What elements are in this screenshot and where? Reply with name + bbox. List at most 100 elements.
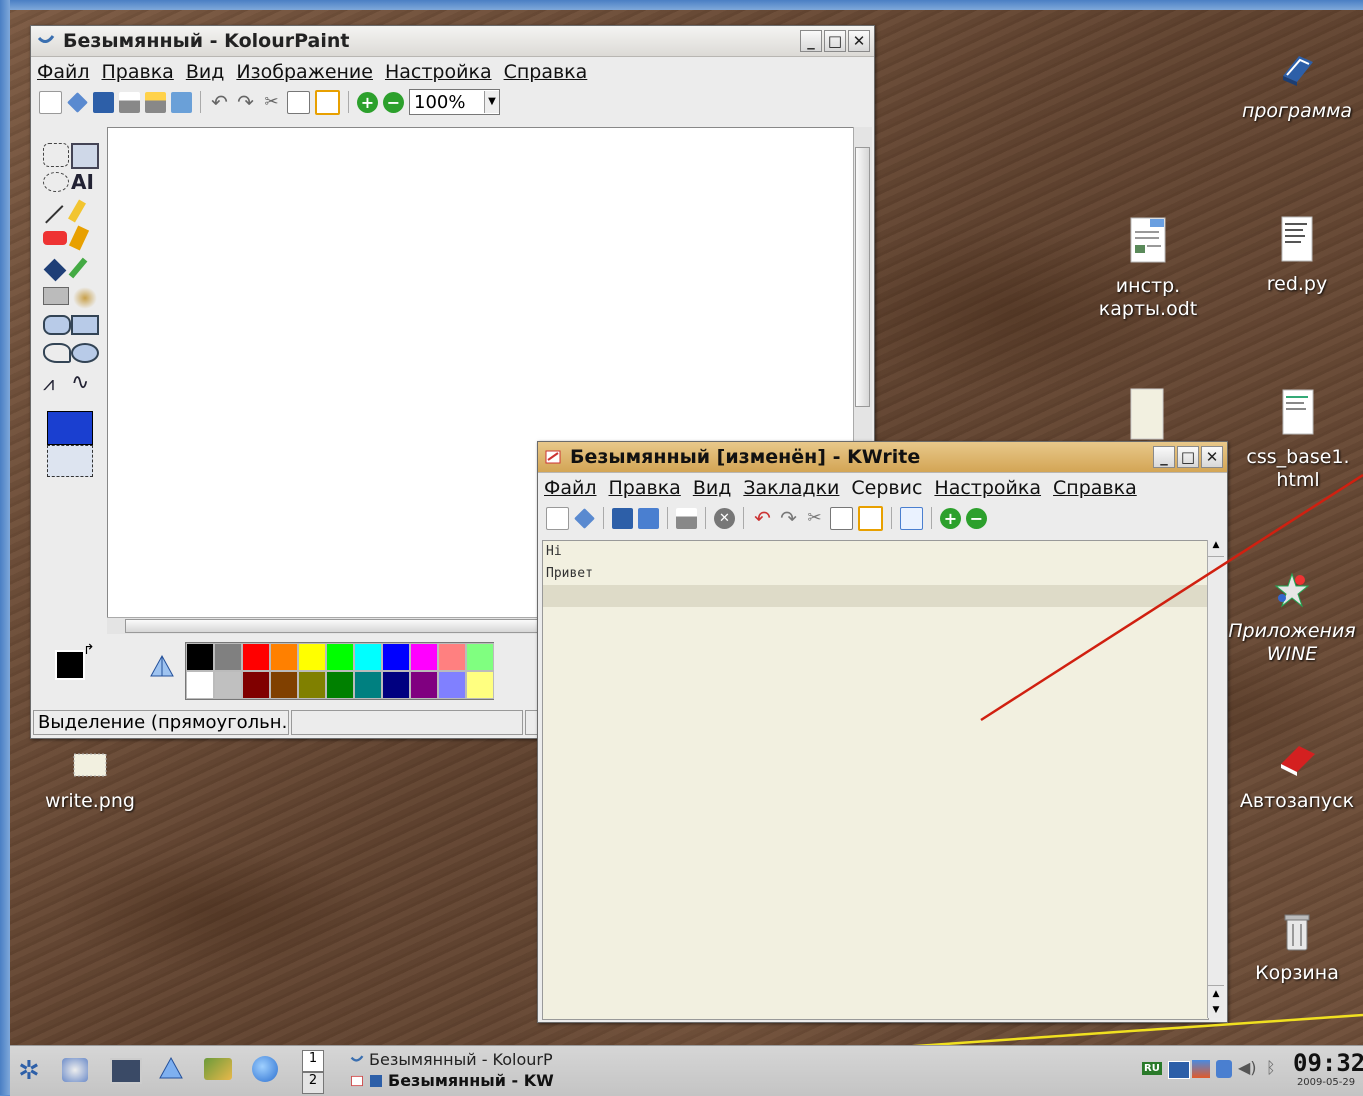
rounded-rect-icon[interactable] [43, 315, 71, 335]
menu-file[interactable]: Файл [37, 61, 90, 83]
palette-swatch[interactable] [410, 643, 438, 671]
copy-icon[interactable] [830, 506, 853, 530]
copy-icon[interactable] [287, 90, 310, 114]
swap-colors-icon[interactable]: ↱ [83, 642, 95, 658]
redo-icon[interactable]: ↷ [235, 91, 256, 113]
ellipse-icon[interactable] [71, 343, 99, 363]
minimize-button[interactable]: _ [1153, 446, 1175, 468]
palette-swatch[interactable] [270, 671, 298, 699]
palette-swatch[interactable] [298, 671, 326, 699]
palette-swatch[interactable] [242, 643, 270, 671]
palette-swatch[interactable] [326, 671, 354, 699]
palette-swatch[interactable] [438, 671, 466, 699]
menu-image[interactable]: Изображение [236, 61, 373, 83]
close-button[interactable]: ✕ [848, 30, 870, 52]
menu-bookmarks[interactable]: Закладки [743, 477, 839, 499]
palette-swatch[interactable] [270, 643, 298, 671]
eraser-icon[interactable] [43, 231, 67, 245]
current-colors[interactable]: ↱ [49, 642, 99, 694]
open-icon[interactable] [67, 91, 88, 113]
desktop-icon-autostart[interactable]: Автозапуск [1232, 740, 1362, 813]
clock[interactable]: 09:32 2009-05-29 [1293, 1049, 1363, 1093]
keyboard-layout-indicator[interactable]: RU [1142, 1062, 1162, 1075]
menu-edit[interactable]: Правка [102, 61, 174, 83]
desktop-icon-program[interactable]: программа [1232, 50, 1362, 123]
polygon-icon[interactable] [43, 343, 71, 363]
volume-icon[interactable]: ◀) [1238, 1058, 1257, 1077]
undo-icon[interactable]: ↶ [209, 91, 230, 113]
color-eraser-icon[interactable] [43, 287, 69, 305]
rectangle-icon[interactable] [71, 315, 99, 335]
pencil-icon[interactable] [68, 199, 86, 223]
book-launcher-icon[interactable] [204, 1058, 232, 1080]
send-mail-icon[interactable] [171, 91, 192, 113]
menu-help[interactable]: Справка [504, 61, 588, 83]
zoom-in-icon[interactable]: + [357, 91, 378, 113]
cut-icon[interactable]: ✂ [261, 92, 282, 113]
palette-swatch[interactable] [298, 643, 326, 671]
palette-swatch[interactable] [354, 671, 382, 699]
desktop-icon-red-py[interactable]: red.py [1240, 215, 1354, 296]
selection-transparent-icon[interactable] [47, 445, 93, 477]
palette-swatch[interactable] [382, 643, 410, 671]
zoom-out-icon[interactable]: − [383, 91, 404, 113]
palette-swatch[interactable] [354, 643, 382, 671]
mail-icon[interactable] [1168, 1061, 1190, 1079]
computer-icon[interactable] [110, 1058, 142, 1084]
zoom-select[interactable]: 100% ▼ [409, 89, 500, 115]
spraycan-icon[interactable] [73, 287, 97, 309]
foreground-color[interactable] [55, 650, 85, 680]
network-icon[interactable] [1192, 1060, 1210, 1078]
brush-icon[interactable] [68, 225, 90, 251]
scroll-up-arrow[interactable]: ▲ [1208, 540, 1224, 557]
selection-opaque-icon[interactable] [47, 411, 93, 445]
desktop-pager[interactable]: 1 2 [302, 1050, 324, 1094]
save-as-icon[interactable] [638, 507, 659, 529]
palette-swatch[interactable] [214, 643, 242, 671]
palette-swatch[interactable] [466, 671, 494, 699]
palette-swatch[interactable] [214, 671, 242, 699]
chevron-down-icon[interactable]: ▼ [484, 91, 499, 113]
line-tool-icon[interactable] [45, 205, 65, 225]
scrollbar-thumb[interactable] [855, 147, 870, 407]
cut-icon[interactable]: ✂ [804, 508, 825, 529]
palette-swatch[interactable] [186, 643, 214, 671]
zoom-in-icon[interactable]: + [940, 507, 961, 529]
kwrite-window[interactable]: Безымянный [изменён] - KWrite _ □ ✕ Файл… [537, 441, 1228, 1023]
find-icon[interactable] [900, 506, 923, 530]
paste-icon[interactable] [858, 505, 883, 531]
polyline-icon[interactable]: ⩘ [43, 371, 67, 395]
desktop-icon-write-png[interactable]: write.png [30, 750, 150, 813]
home-icon[interactable] [62, 1058, 88, 1082]
pager-desktop-2[interactable]: 2 [302, 1072, 324, 1094]
kwrite-titlebar[interactable]: Безымянный [изменён] - KWrite _ □ ✕ [538, 442, 1227, 473]
palette-swatch[interactable] [326, 643, 354, 671]
menu-settings[interactable]: Настройка [385, 61, 492, 83]
menu-settings[interactable]: Настройка [934, 477, 1041, 499]
desktop-icon-wine-apps[interactable]: Приложения WINE [1222, 570, 1362, 666]
kde-menu-icon[interactable]: ✲ [18, 1056, 40, 1086]
menu-edit[interactable]: Правка [609, 477, 681, 499]
clipboard-icon[interactable] [1216, 1060, 1232, 1078]
palette-swatch[interactable] [410, 671, 438, 699]
menu-view[interactable]: Вид [693, 477, 732, 499]
color-similarity-icon[interactable] [149, 654, 175, 680]
text-editor[interactable]: Hi Привет [542, 540, 1209, 1020]
pager-desktop-1[interactable]: 1 [302, 1050, 324, 1072]
desktop-icon-trash[interactable]: Корзина [1242, 912, 1352, 985]
palette-swatch[interactable] [438, 643, 466, 671]
menu-help[interactable]: Справка [1053, 477, 1137, 499]
save-icon[interactable] [612, 507, 633, 529]
close-button[interactable]: ✕ [1201, 446, 1223, 468]
close-doc-icon[interactable]: ✕ [714, 507, 735, 529]
menu-tools[interactable]: Сервис [851, 477, 922, 499]
menu-file[interactable]: Файл [544, 477, 597, 499]
open-icon[interactable] [574, 507, 595, 529]
scroll-down-arrow[interactable]: ▲ ▼ [1208, 985, 1224, 1018]
undo-icon[interactable]: ↶ [752, 507, 773, 529]
kolourpaint-launcher-icon[interactable] [158, 1056, 184, 1086]
task-kolourpaint[interactable]: Безымянный - KolourP [350, 1050, 553, 1069]
paste-icon[interactable] [315, 89, 340, 115]
desktop-icon-odt[interactable]: инстр. карты.odt [1088, 215, 1208, 321]
kolourpaint-titlebar[interactable]: Безымянный - KolourPaint _ □ ✕ [31, 26, 874, 57]
